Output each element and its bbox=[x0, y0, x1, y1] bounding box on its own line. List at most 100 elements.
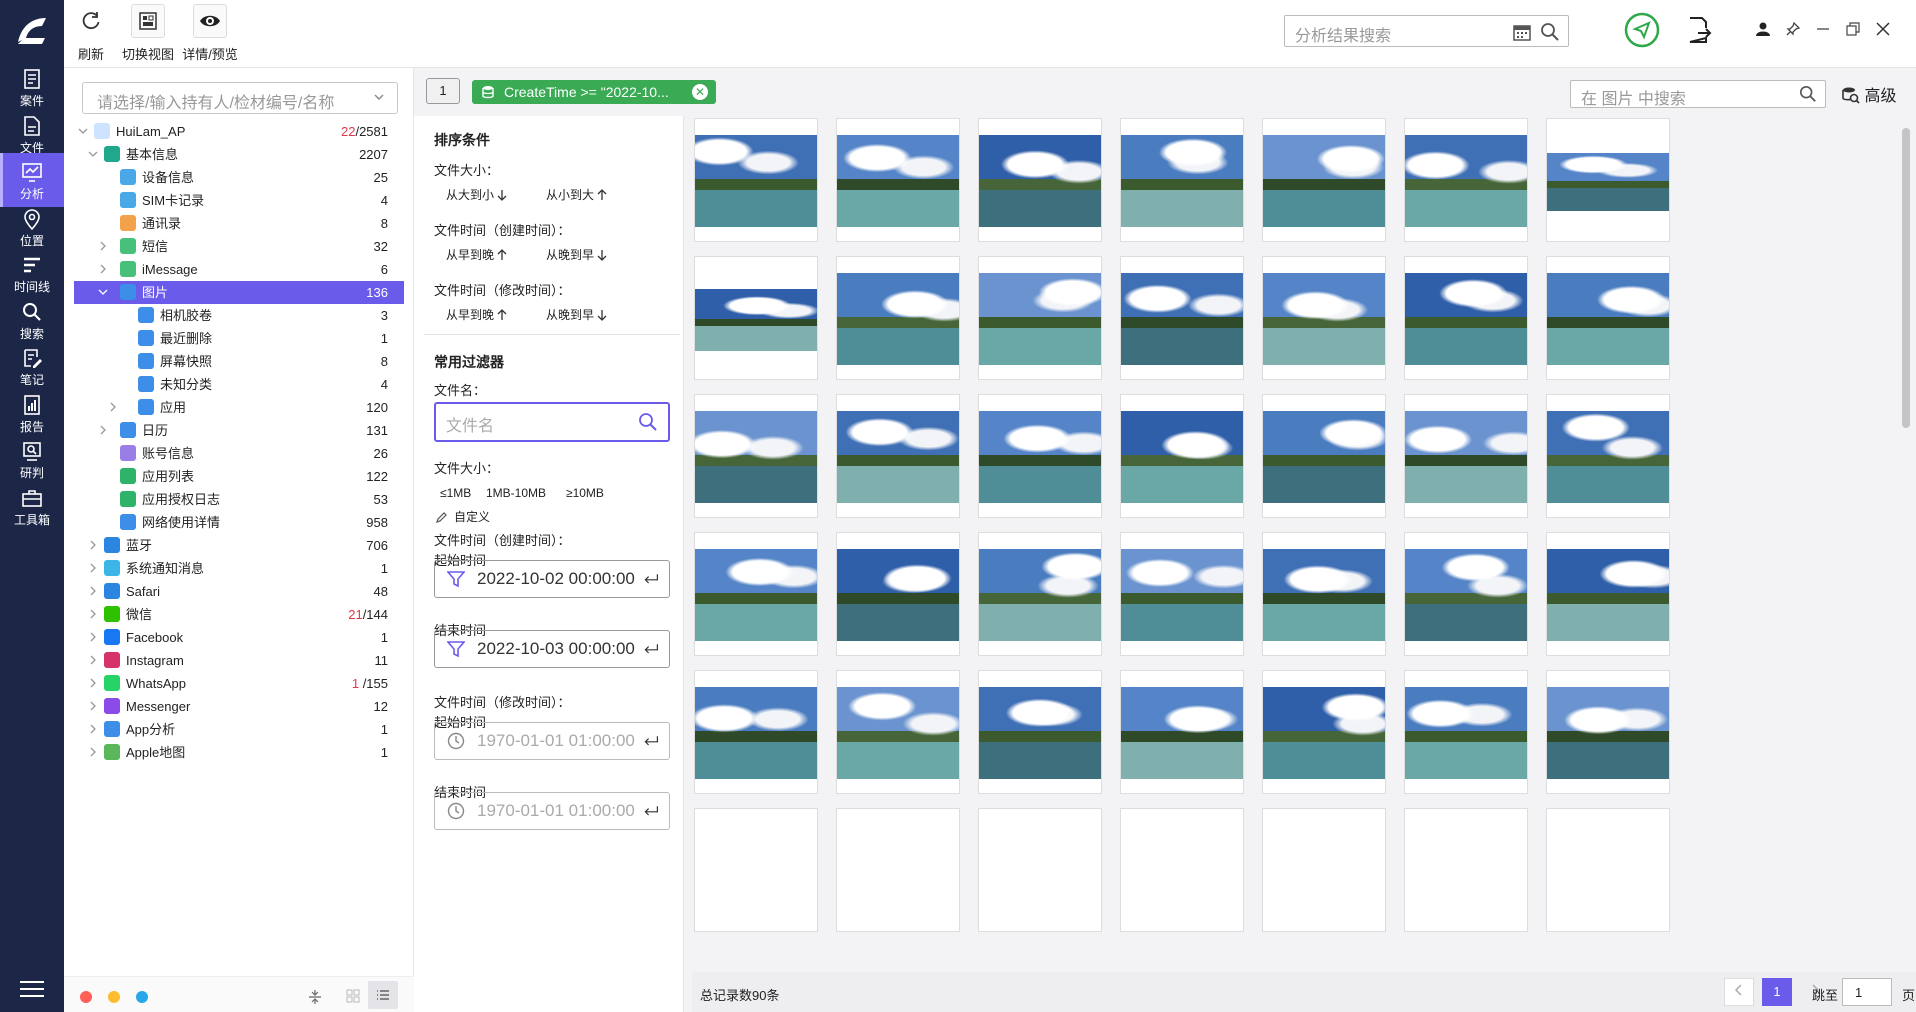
photo-thumbnail[interactable] bbox=[836, 532, 960, 656]
photo-thumbnail[interactable] bbox=[836, 394, 960, 518]
tree-item-calendar[interactable]: 日历 131 bbox=[74, 419, 404, 442]
tree-item-messenger[interactable]: Messenger 12 bbox=[74, 695, 404, 718]
refresh-button[interactable]: 刷新 bbox=[70, 4, 112, 63]
chevron-right-icon[interactable] bbox=[98, 425, 108, 435]
photo-thumbnail[interactable] bbox=[1546, 670, 1670, 794]
photo-thumbnail[interactable] bbox=[978, 808, 1102, 932]
photo-thumbnail[interactable] bbox=[1404, 394, 1528, 518]
tree-item-info[interactable]: 基本信息 2207 bbox=[74, 143, 404, 166]
chevron-down-icon[interactable] bbox=[88, 149, 98, 159]
photo-thumbnail[interactable] bbox=[1404, 256, 1528, 380]
tree-item-applog[interactable]: 应用授权日志 53 bbox=[74, 488, 404, 511]
advanced-search-button[interactable]: 高级 bbox=[1842, 82, 1896, 106]
size-opt-large[interactable]: ≥10MB bbox=[566, 486, 604, 500]
photo-thumbnail[interactable] bbox=[1546, 394, 1670, 518]
sort-size-desc[interactable]: 从大到小 bbox=[446, 186, 507, 203]
photo-thumbnail[interactable] bbox=[1120, 670, 1244, 794]
photo-thumbnail[interactable] bbox=[978, 256, 1102, 380]
detail-preview-button[interactable]: 详情/预览 bbox=[180, 4, 240, 63]
pin-icon[interactable] bbox=[1786, 22, 1800, 36]
search-icon[interactable] bbox=[638, 412, 658, 432]
send-status-icon[interactable] bbox=[1624, 12, 1660, 48]
tree-item-bluetooth[interactable]: 蓝牙 706 bbox=[74, 534, 404, 557]
prev-page-button[interactable] bbox=[1724, 978, 1754, 1006]
tree-item-applist[interactable]: 应用列表 122 bbox=[74, 465, 404, 488]
filter-chip[interactable]: CreateTime >= "2022-10... ✕ bbox=[472, 80, 716, 104]
tree-item-device[interactable]: 设备信息 25 bbox=[74, 166, 404, 189]
restore-icon[interactable] bbox=[1846, 22, 1860, 36]
chevron-right-icon[interactable] bbox=[108, 402, 118, 412]
custom-size-button[interactable]: 自定义 bbox=[436, 508, 490, 525]
tree-item-picture[interactable]: 应用 120 bbox=[74, 396, 404, 419]
tree-item-whatsapp[interactable]: WhatsApp 1 /155 bbox=[74, 672, 404, 695]
tree-item-imessage[interactable]: iMessage 6 bbox=[74, 258, 404, 281]
sort-ctime-desc[interactable]: 从晚到早 bbox=[546, 246, 607, 263]
tree-item-sim[interactable]: SIM卡记录 4 bbox=[74, 189, 404, 212]
tree-item-safari[interactable]: Safari 48 bbox=[74, 580, 404, 603]
photo-thumbnail[interactable] bbox=[694, 394, 818, 518]
chevron-right-icon[interactable] bbox=[88, 678, 98, 688]
hamburger-menu-icon[interactable] bbox=[20, 980, 44, 998]
user-icon[interactable] bbox=[1756, 22, 1770, 36]
chevron-right-icon[interactable] bbox=[88, 609, 98, 619]
chevron-down-icon[interactable] bbox=[78, 126, 88, 136]
enter-icon[interactable] bbox=[639, 803, 659, 819]
tree-item-sms[interactable]: 短信 32 bbox=[74, 235, 404, 258]
chevron-down-icon[interactable] bbox=[98, 287, 108, 297]
chevron-right-icon[interactable] bbox=[88, 632, 98, 642]
chevron-right-icon[interactable] bbox=[88, 747, 98, 757]
size-opt-medium[interactable]: 1MB-10MB bbox=[486, 486, 546, 500]
chevron-right-icon[interactable] bbox=[88, 724, 98, 734]
picture-search-input[interactable]: 在 图片 中搜索 bbox=[1570, 80, 1826, 108]
ctime-start-input[interactable]: 2022-10-02 00:00:00 bbox=[434, 560, 670, 598]
mtime-end-input[interactable]: 1970-01-01 01:00:00 bbox=[434, 792, 670, 830]
collapse-icon[interactable] bbox=[308, 989, 322, 1005]
sort-size-asc[interactable]: 从小到大 bbox=[546, 186, 607, 203]
photo-thumbnail[interactable] bbox=[1262, 256, 1386, 380]
photo-thumbnail[interactable] bbox=[978, 118, 1102, 242]
enter-icon[interactable] bbox=[639, 641, 659, 657]
photo-thumbnail[interactable] bbox=[1120, 808, 1244, 932]
photo-thumbnail[interactable] bbox=[1120, 394, 1244, 518]
nav-item-toolbox[interactable]: 工具箱 bbox=[0, 479, 64, 533]
photo-thumbnail[interactable] bbox=[1120, 118, 1244, 242]
sort-ctime-asc[interactable]: 从早到晚 bbox=[446, 246, 507, 263]
chevron-right-icon[interactable] bbox=[98, 264, 108, 274]
photo-thumbnail[interactable] bbox=[694, 256, 818, 380]
mtime-start-input[interactable]: 1970-01-01 01:00:00 bbox=[434, 722, 670, 760]
owner-select[interactable]: 请选择/输入持有人/检材编号/名称 bbox=[82, 82, 398, 114]
chevron-right-icon[interactable] bbox=[88, 540, 98, 550]
chevron-right-icon[interactable] bbox=[88, 701, 98, 711]
tree-item-picture[interactable]: 最近删除 1 bbox=[74, 327, 404, 350]
enter-icon[interactable] bbox=[639, 733, 659, 749]
photo-thumbnail[interactable] bbox=[1262, 118, 1386, 242]
photo-thumbnail[interactable] bbox=[1404, 118, 1528, 242]
size-opt-small[interactable]: ≤1MB bbox=[440, 486, 471, 500]
tree-item-picture[interactable]: 未知分类 4 bbox=[74, 373, 404, 396]
photo-thumbnail[interactable] bbox=[1120, 256, 1244, 380]
tree-item-notification[interactable]: 系统通知消息 1 bbox=[74, 557, 404, 580]
tree-item-instagram[interactable]: Instagram 11 bbox=[74, 649, 404, 672]
tree-item-apple-maps[interactable]: Apple地图 1 bbox=[74, 741, 404, 764]
photo-thumbnail[interactable] bbox=[694, 670, 818, 794]
jump-page-input[interactable]: 1 bbox=[1842, 978, 1892, 1006]
photo-thumbnail[interactable] bbox=[1404, 808, 1528, 932]
chevron-right-icon[interactable] bbox=[88, 586, 98, 596]
photo-thumbnail[interactable] bbox=[836, 670, 960, 794]
tree-item-contacts[interactable]: 通讯录 8 bbox=[74, 212, 404, 235]
chevron-right-icon[interactable] bbox=[88, 563, 98, 573]
tree-item-apple[interactable]: HuiLam_AP 22/2581 bbox=[74, 120, 404, 143]
minimize-icon[interactable] bbox=[1816, 22, 1830, 36]
photo-thumbnail[interactable] bbox=[1546, 256, 1670, 380]
chevron-right-icon[interactable] bbox=[88, 655, 98, 665]
photo-thumbnail[interactable] bbox=[836, 118, 960, 242]
page-number-current[interactable]: 1 bbox=[1762, 978, 1792, 1006]
calendar-icon[interactable] bbox=[1512, 22, 1532, 42]
tree-item-network[interactable]: 网络使用详情 958 bbox=[74, 511, 404, 534]
photo-thumbnail[interactable] bbox=[1546, 532, 1670, 656]
photo-thumbnail[interactable] bbox=[836, 808, 960, 932]
export-icon[interactable] bbox=[1686, 16, 1712, 44]
photo-thumbnail[interactable] bbox=[1262, 808, 1386, 932]
photo-thumbnail[interactable] bbox=[1404, 532, 1528, 656]
sort-mtime-asc[interactable]: 从早到晚 bbox=[446, 306, 507, 323]
